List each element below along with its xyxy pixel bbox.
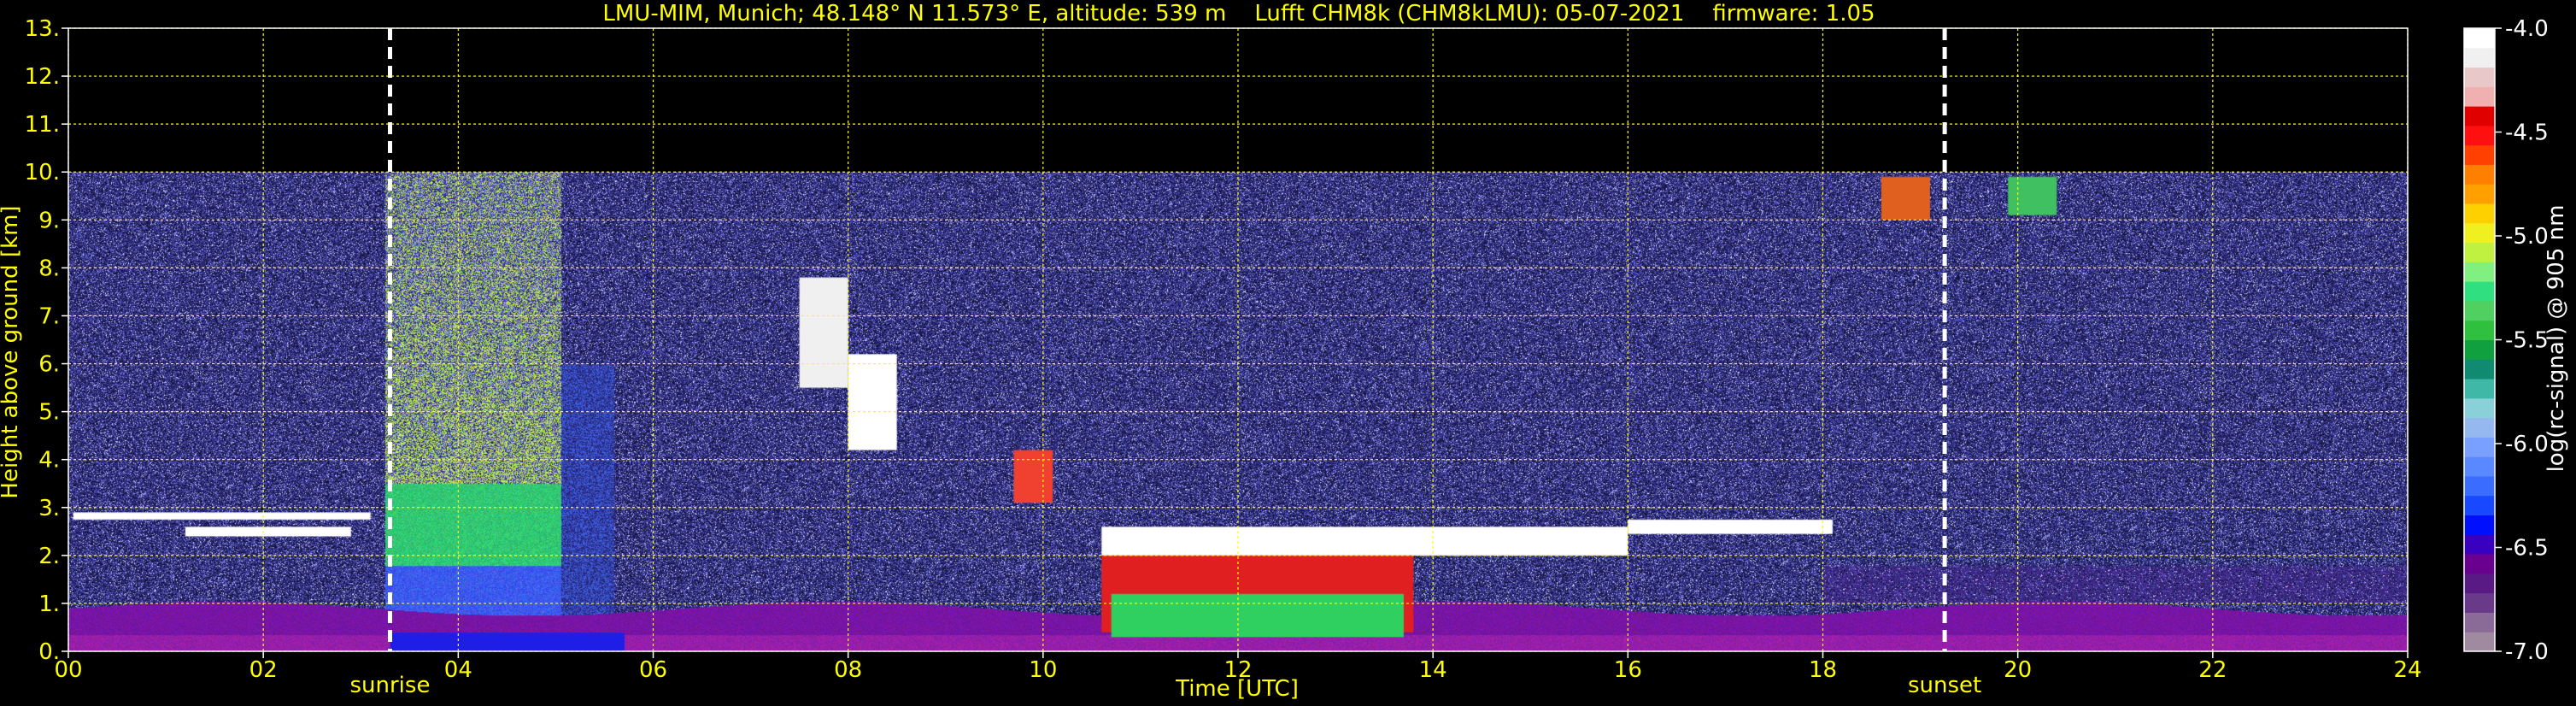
colorbar-swatch bbox=[2464, 437, 2495, 457]
colorbar-swatch bbox=[2464, 379, 2495, 399]
colorbar-swatch bbox=[2464, 28, 2495, 49]
y-tick-label: 9. bbox=[38, 208, 60, 233]
colorbar-swatch bbox=[2464, 242, 2495, 262]
colorbar-swatch bbox=[2464, 320, 2495, 340]
x-tick-label: 14 bbox=[1419, 657, 1447, 683]
colorbar-tick-label: -7.0 bbox=[2505, 639, 2549, 665]
colorbar-swatch bbox=[2464, 203, 2495, 224]
y-tick-label: 12. bbox=[25, 64, 60, 90]
colorbar-swatch bbox=[2464, 573, 2495, 594]
colorbar-swatch bbox=[2464, 164, 2495, 185]
colorbar-swatch bbox=[2464, 281, 2495, 302]
colorbar-swatch bbox=[2464, 534, 2495, 555]
colorbar-swatch bbox=[2464, 554, 2495, 574]
colorbar-tick-label: -6.0 bbox=[2505, 432, 2549, 457]
y-tick-label: 13. bbox=[25, 16, 60, 42]
colorbar-swatch bbox=[2464, 359, 2495, 379]
colorbar-tick-label: -4.0 bbox=[2505, 16, 2549, 42]
y-tick-label: 5. bbox=[38, 400, 60, 426]
y-axis-label: Height above ground [km] bbox=[0, 205, 23, 498]
y-tick-label: 1. bbox=[38, 591, 60, 617]
x-tick-label: 10 bbox=[1029, 657, 1057, 683]
x-tick-label: 16 bbox=[1614, 657, 1642, 683]
colorbar-swatch bbox=[2464, 300, 2495, 321]
y-tick-label: 10. bbox=[25, 160, 60, 185]
colorbar-swatch bbox=[2464, 632, 2495, 652]
y-tick-label: 3. bbox=[38, 496, 60, 521]
x-axis-label: Time [UTC] bbox=[1175, 676, 1299, 702]
colorbar-swatch bbox=[2464, 475, 2495, 497]
colorbar-swatch bbox=[2464, 397, 2495, 419]
colorbar-swatch bbox=[2464, 47, 2495, 68]
y-tick-label: 11. bbox=[25, 112, 60, 138]
colorbar-tick-label: -6.5 bbox=[2505, 536, 2549, 562]
x-tick-label: 08 bbox=[834, 657, 862, 683]
colorbar-swatch bbox=[2464, 592, 2495, 613]
colorbar-tick-label: -5.0 bbox=[2505, 224, 2549, 250]
colorbar-swatch bbox=[2464, 417, 2495, 438]
colorbar-swatch bbox=[2464, 106, 2495, 126]
sunrise-label: sunrise bbox=[349, 673, 430, 698]
y-tick-label: 0. bbox=[38, 639, 60, 665]
colorbar-label: log(rc-signal) @ 905 nm bbox=[2544, 205, 2569, 473]
colorbar-swatch bbox=[2464, 612, 2495, 632]
x-tick-label: 06 bbox=[639, 657, 667, 683]
colorbar-swatch bbox=[2464, 144, 2495, 165]
y-tick-label: 6. bbox=[38, 352, 60, 378]
colorbar-swatch bbox=[2464, 495, 2495, 516]
sunset-label: sunset bbox=[1908, 673, 1981, 698]
colorbar-swatch bbox=[2464, 184, 2495, 204]
y-tick-label: 8. bbox=[38, 256, 60, 281]
colorbar-swatch bbox=[2464, 456, 2495, 477]
colorbar-tick-label: -5.5 bbox=[2505, 328, 2549, 354]
colorbar-swatch bbox=[2464, 222, 2495, 244]
colorbar-swatch bbox=[2464, 262, 2495, 282]
chart-title: LMU-MIM, Munich; 48.148° N 11.573° E, al… bbox=[602, 1, 1875, 26]
y-tick-label: 7. bbox=[38, 303, 60, 329]
x-tick-label: 18 bbox=[1809, 657, 1837, 683]
y-tick-label: 4. bbox=[38, 448, 60, 474]
colorbar-swatch bbox=[2464, 515, 2495, 535]
x-tick-label: 04 bbox=[444, 657, 472, 683]
y-tick-label: 2. bbox=[38, 544, 60, 569]
x-tick-label: 22 bbox=[2198, 657, 2227, 683]
x-tick-label: 02 bbox=[249, 657, 278, 683]
x-tick-label: 20 bbox=[2004, 657, 2032, 683]
colorbar-swatch bbox=[2464, 125, 2495, 146]
x-tick-label: 24 bbox=[2393, 657, 2421, 683]
colorbar-swatch bbox=[2464, 67, 2495, 87]
colorbar-swatch bbox=[2464, 339, 2495, 360]
colorbar-swatch bbox=[2464, 86, 2495, 107]
colorbar-tick-label: -4.5 bbox=[2505, 121, 2549, 146]
ceilometer-chart: sunrise sunset 00 02 04 06 08 10 12 14 16 18 20 22 24… bbox=[0, 0, 2576, 706]
